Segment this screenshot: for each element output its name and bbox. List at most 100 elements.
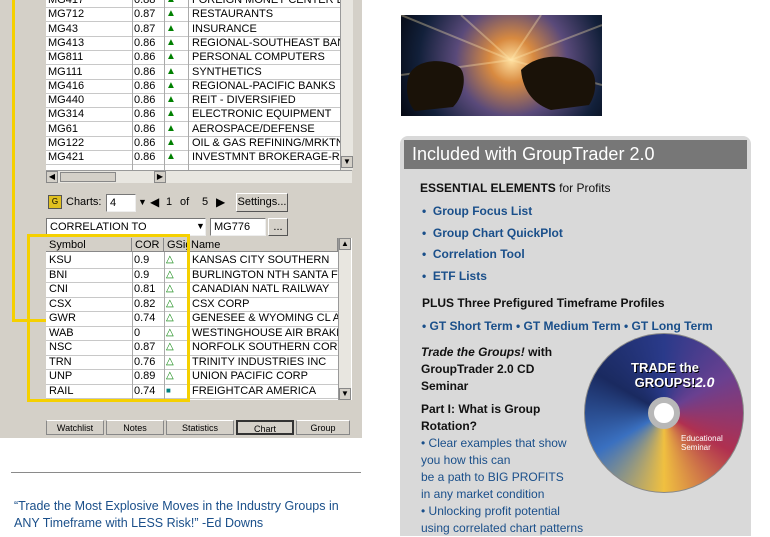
row-symbol: MG43 [48,22,78,35]
row-group-name: SYNTHETICS [192,65,262,78]
feature-link-item[interactable]: • Correlation Tool [422,247,525,261]
column-divider [132,0,133,170]
row-group-name: FOREIGN MONEY CENTER BI [192,0,342,6]
table-row[interactable]: MG122 0.86 ▲ OIL & GAS REFINING/MRKTN [46,136,352,151]
table-row[interactable]: MG440 0.86 ▲ REIT - DIVERSIFIED [46,93,352,109]
tab-watchlist[interactable]: Watchlist [46,420,104,435]
tab-group[interactable]: Group [296,420,350,435]
row-symbol: MG811 [48,51,84,64]
table-row[interactable]: MG314 0.86 ▲ ELECTRONIC EQUIPMENT [46,107,352,123]
seminar-bullet-line: • Unlocking profit potential [421,504,560,518]
scroll-down-icon[interactable]: ▼ [339,388,351,400]
cd-seminar-title: Trade the Groups! with GroupTrader 2.0 C… [421,345,553,393]
tab-chart[interactable]: Chart [236,420,294,435]
row-correlation: 0.87 [134,8,156,21]
table-row[interactable]: MG61 0.86 ▲ AEROSPACE/DEFENSE [46,122,352,137]
plus-profiles-line: PLUS Three Prefigured Timeframe Profiles [422,296,665,310]
chevron-down-icon[interactable]: ▼ [196,221,205,231]
group-correlation-table: MG417 0.88 ▲ FOREIGN MONEY CENTER BI MG712 0.… [46,0,352,170]
table-row[interactable]: MG413 0.86 ▲ REGIONAL-SOUTHEAST BAN [46,36,352,51]
up-triangle-icon: ▲ [166,65,176,77]
panel-tabs: Watchlist Notes Statistics Chart Group [40,420,352,436]
row-group-name: INSURANCE [192,22,257,35]
row-correlation: 0.86 [134,151,156,164]
row-company-name: WESTINGHOUSE AIR BRAKE [192,326,338,339]
row-group-name: REGIONAL-SOUTHEAST BAN [192,36,342,49]
seminar-bullet-line: using correlated chart patterns [421,521,584,535]
up-triangle-icon: ▲ [166,22,176,34]
row-group-name: ELECTRONIC EQUIPMENT [192,108,332,121]
cd-seminar-disc: TRADE the GROUPS! 2.0 Educational Semina… [584,333,744,493]
bullet-icon: • [422,269,427,284]
hscroll-thumb[interactable] [60,172,116,182]
row-symbol: MG416 [48,79,85,92]
tab-notes[interactable]: Notes [106,420,164,435]
top-table-vscroll[interactable]: ▼ [340,0,353,170]
row-group-name: OIL & GAS REFINING/MRKTN [192,137,342,149]
feature-link-item[interactable]: • ETF Lists [422,269,487,283]
row-company-name: TRINITY INDUSTRIES INC [192,355,327,368]
column-divider [188,0,189,170]
table-row[interactable]: MG712 0.87 ▲ RESTAURANTS [46,7,352,23]
feature-link-item[interactable]: • Group Focus List [422,204,532,218]
row-correlation: 0.86 [134,36,156,49]
promo-heading: Included with GroupTrader 2.0 [404,140,747,169]
row-correlation: 0.86 [134,122,156,135]
chevron-down-icon[interactable]: ▼ [138,197,147,207]
symbol-browse-button[interactable]: ... [268,218,288,236]
up-triangle-icon: ▲ [166,137,176,148]
up-triangle-icon: ▲ [166,79,176,91]
feature-link-item[interactable]: • Group Chart QuickPlot [422,226,563,240]
up-triangle-icon: ▲ [166,94,176,106]
row-group-name: REIT - DIVERSIFIED [192,94,296,107]
column-divider [164,0,165,170]
bullet-icon: • [422,225,427,240]
row-company-name: CSX CORP [192,297,250,310]
tab-statistics[interactable]: Statistics [166,420,234,435]
row-company-name: FREIGHTCAR AMERICA [192,384,317,397]
row-symbol: MG122 [48,137,85,149]
grouptrader-logo-icon: G [48,195,62,209]
bullet-icon: • [422,247,427,262]
table-row[interactable]: MG111 0.86 ▲ SYNTHETICS [46,65,352,80]
row-group-name: RESTAURANTS [192,8,274,21]
scroll-up-icon[interactable]: ▲ [339,238,351,250]
essential-elements-line: ESSENTIAL ELEMENTS for Profits [420,181,611,195]
bull-banner-image [401,15,602,116]
charts-count-select[interactable]: 4 [106,194,136,212]
correlation-symbol-field[interactable]: MG776 [210,218,266,236]
prev-page-icon[interactable]: ◀ [150,195,159,209]
scroll-down-icon[interactable]: ▼ [341,156,353,168]
row-group-name: INVESTMNT BROKERAGE-RE [192,151,342,164]
row-symbol: MG61 [48,122,78,135]
seminar-bullet-line: be a path to BIG PROFITS [421,470,564,484]
row-correlation: 0.88 [134,0,156,6]
scroll-right-icon[interactable]: ▶ [154,171,166,183]
row-correlation: 0.86 [134,108,156,121]
settings-button[interactable]: Settings... [236,193,288,212]
row-correlation: 0.86 [134,137,156,149]
row-company-name: UNION PACIFIC CORP [192,370,308,382]
scroll-left-icon[interactable]: ◀ [46,171,58,183]
row-company-name: BURLINGTON NTH SANTA FE [192,268,338,281]
bottom-table-vscroll[interactable]: ▲ ▼ [338,238,351,400]
table-row[interactable]: MG811 0.86 ▲ PERSONAL COMPUTERS [46,50,352,66]
page-of: of [180,196,190,208]
table-row[interactable]: MG416 0.86 ▲ REGIONAL-PACIFIC BANKS [46,79,352,94]
page-current: 1 [166,196,173,208]
up-triangle-icon: ▲ [166,122,176,134]
col-header-name[interactable]: Name [188,238,338,252]
row-company-name: NORFOLK SOUTHERN CORP [192,341,338,353]
bullet-icon: • [422,204,427,218]
next-page-icon[interactable]: ▶ [216,195,225,209]
up-triangle-icon: ▲ [166,0,180,7]
top-table-hscroll[interactable]: ◀ ▶ [46,170,352,183]
row-correlation: 0.86 [134,79,156,92]
table-row[interactable]: MG43 0.87 ▲ INSURANCE [46,22,352,37]
row-group-name: AEROSPACE/DEFENSE [192,122,315,135]
up-triangle-icon: ▲ [166,151,176,163]
table-row[interactable]: MG421 0.86 ▲ INVESTMNT BROKERAGE-RE [46,150,352,166]
bull-silhouette-right [521,56,596,110]
up-triangle-icon: ▲ [166,51,176,63]
row-company-name: CANADIAN NATL RAILWAY [192,283,330,295]
